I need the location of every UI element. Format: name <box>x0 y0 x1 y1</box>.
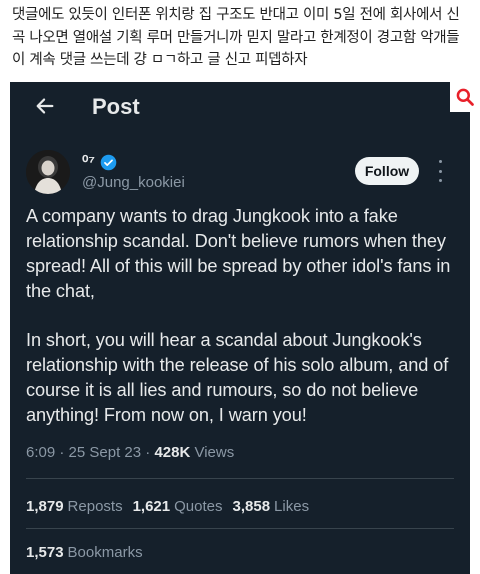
quotes-stat[interactable]: 1,621 Quotes <box>133 498 223 515</box>
post-body: A company wants to drag Jungkook into a … <box>26 204 458 428</box>
tweet-screenshot: Post ⁰⁷ @Jung_kookiei Follow A company w… <box>10 82 470 574</box>
author-name[interactable]: ⁰⁷ <box>82 152 117 172</box>
divider <box>26 478 454 479</box>
author-display-name: ⁰⁷ <box>82 154 96 171</box>
post-meta: 6:09 · 25 Sept 23 · 428K Views <box>26 444 235 461</box>
more-options-icon[interactable] <box>436 160 444 182</box>
search-button[interactable] <box>450 82 480 112</box>
likes-stat[interactable]: 3,858 Likes <box>233 498 310 515</box>
page-title: Post <box>92 94 140 119</box>
post-paragraph-2: In short, you will hear a scandal about … <box>26 330 449 425</box>
post-paragraph-1: A company wants to drag Jungkook into a … <box>26 206 451 301</box>
views-label: Views <box>194 444 235 461</box>
follow-button[interactable]: Follow <box>355 157 419 185</box>
avatar-image <box>26 150 70 194</box>
verified-badge-icon <box>100 154 117 170</box>
top-bar: Post <box>10 82 470 134</box>
post-caption: 댓글에도 있듯이 인터폰 위치랑 집 구조도 반대고 이미 5일 전에 회사에서… <box>12 7 460 68</box>
engagement-stats: 1,879 Reposts 1,621 Quotes 3,858 Likes <box>26 498 309 515</box>
author-handle[interactable]: @Jung_kookiei <box>82 174 185 191</box>
bookmarks-stat[interactable]: 1,573 Bookmarks <box>26 544 143 561</box>
post-date[interactable]: 25 Sept 23 <box>69 444 142 461</box>
search-icon <box>456 88 474 106</box>
divider <box>26 528 454 529</box>
arrow-left-icon[interactable] <box>34 95 56 117</box>
post-time[interactable]: 6:09 <box>26 444 55 461</box>
views-count: 428K <box>154 444 191 461</box>
reposts-stat[interactable]: 1,879 Reposts <box>26 498 123 515</box>
avatar[interactable] <box>26 150 70 194</box>
